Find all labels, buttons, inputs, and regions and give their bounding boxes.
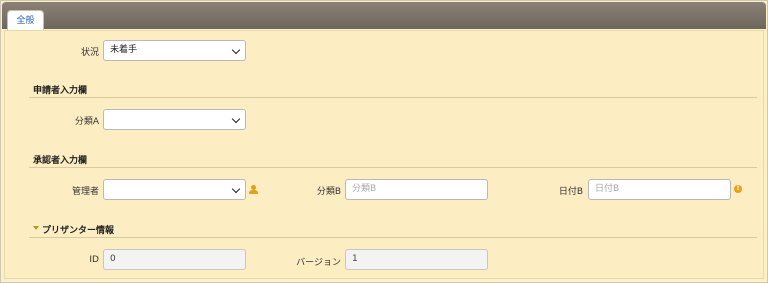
- tab-general[interactable]: 全般: [7, 10, 44, 32]
- version-field: 1: [345, 249, 488, 270]
- form-window: 全般 状況 未着手 申請者入力欄 分類A 承認者入力欄 管理者 分類B 分類B …: [0, 0, 768, 283]
- help-icon[interactable]: !: [734, 185, 742, 193]
- section-title-applicant: 申請者入力欄: [33, 86, 88, 96]
- category-a-label: 分類A: [74, 117, 99, 127]
- category-b-label: 分類B: [316, 187, 341, 197]
- date-b-label: 日付B: [558, 187, 583, 197]
- section-divider: [29, 167, 757, 168]
- user-icon[interactable]: [249, 185, 258, 194]
- category-b-placeholder: 分類B: [352, 184, 377, 194]
- date-b-placeholder: 日付B: [595, 184, 620, 194]
- form-content: 状況 未着手 申請者入力欄 分類A 承認者入力欄 管理者 分類B 分類B 日付B…: [4, 30, 764, 279]
- caret-down-icon[interactable]: [33, 226, 39, 230]
- manager-label: 管理者: [71, 187, 99, 197]
- category-a-select[interactable]: [103, 109, 246, 130]
- tab-bar: 全般: [2, 2, 766, 32]
- manager-select[interactable]: [103, 179, 246, 200]
- chevron-down-icon: [231, 184, 241, 194]
- section-divider: [29, 97, 757, 98]
- date-b-input[interactable]: 日付B: [588, 179, 731, 200]
- id-field: 0: [103, 249, 246, 270]
- chevron-down-icon: [231, 114, 241, 124]
- section-divider: [29, 237, 757, 238]
- section-title-preset[interactable]: プリザンター情報: [42, 223, 114, 236]
- category-b-input[interactable]: 分類B: [345, 179, 488, 200]
- id-label: ID: [89, 255, 99, 265]
- status-select[interactable]: 未着手: [103, 40, 246, 61]
- version-value: 1: [352, 254, 358, 264]
- section-title-approver: 承認者入力欄: [33, 156, 88, 166]
- id-value: 0: [110, 254, 116, 264]
- status-select-value: 未着手: [110, 45, 138, 55]
- version-label: バージョン: [296, 258, 341, 268]
- status-label: 状況: [80, 48, 99, 58]
- chevron-down-icon: [231, 45, 241, 55]
